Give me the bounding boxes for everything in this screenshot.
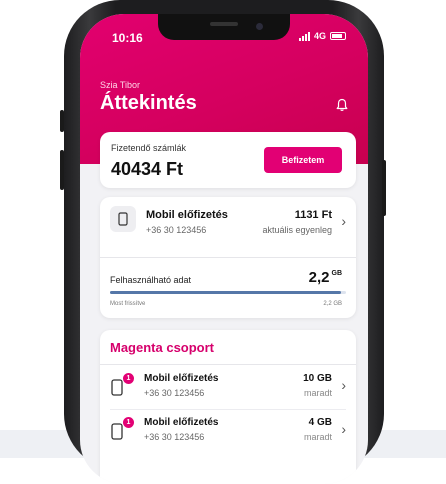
data-progress-fill	[110, 291, 342, 294]
pay-button[interactable]: Befizetem	[264, 147, 342, 173]
notification-badge: 1	[122, 372, 135, 385]
battery-icon	[330, 32, 346, 40]
item-amount: 4 GB	[308, 417, 332, 428]
data-amount: 2,2	[308, 269, 330, 286]
item-remaining: maradt	[303, 432, 332, 442]
subscription-row[interactable]: Mobil előfizetés +36 30 123456 1131 Ft a…	[100, 197, 356, 257]
phone-side-button	[382, 160, 386, 216]
chevron-right-icon: ›	[341, 213, 346, 229]
data-label: Felhasználható adat	[110, 275, 192, 285]
subscription-name: Mobil előfizetés	[146, 209, 228, 221]
status-indicators: 4G	[298, 31, 346, 41]
signal-icon	[298, 31, 310, 41]
bills-amount: 40434 Ft	[111, 159, 184, 179]
item-number: +36 30 123456	[144, 388, 205, 398]
bell-icon[interactable]	[336, 98, 348, 117]
notification-badge: 1	[122, 416, 135, 429]
item-name: Mobil előfizetés	[144, 417, 219, 428]
group-title: Magenta csoport	[110, 340, 215, 355]
page-title: Áttekintés	[100, 92, 197, 114]
phone-side-button	[60, 110, 64, 132]
speaker	[210, 22, 238, 26]
status-time: 10:16	[112, 31, 143, 45]
phone-side-button	[60, 150, 64, 190]
subscription-number: +36 30 123456	[146, 225, 207, 235]
phone-screen: 10:16 4G Szia Tibor Áttekintés Fizetendő…	[80, 14, 368, 484]
data-progress-track	[110, 291, 346, 294]
item-number: +36 30 123456	[144, 432, 205, 442]
subscription-amount: 1131 Ft	[294, 209, 332, 221]
camera	[256, 23, 263, 30]
greeting: Szia Tibor	[100, 80, 141, 90]
chevron-right-icon: ›	[341, 377, 346, 393]
item-name: Mobil előfizetés	[144, 373, 219, 384]
item-remaining: maradt	[303, 388, 332, 398]
item-amount: 10 GB	[303, 373, 332, 384]
data-unit: GB	[331, 270, 343, 277]
bills-label: Fizetendő számlák	[111, 143, 187, 153]
updated-value: 2,2 GB	[323, 301, 342, 307]
magenta-group-card: Magenta csoport 1 Mobil előfizetés +36 3…	[100, 330, 356, 484]
phone-icon	[110, 206, 136, 232]
subscription-card: Mobil előfizetés +36 30 123456 1131 Ft a…	[100, 197, 356, 318]
list-item[interactable]: 1 Mobil előfizetés +36 30 123456 10 GB m…	[100, 366, 356, 410]
divider	[100, 257, 356, 258]
list-item[interactable]: 1 Mobil előfizetés +36 30 123456 4 GB ma…	[100, 410, 356, 454]
updated-label: Most frissítve	[110, 301, 146, 307]
bills-card: Fizetendő számlák 40434 Ft Befizetem	[100, 132, 356, 188]
data-value: 2,2 GB	[309, 269, 342, 286]
divider	[100, 364, 356, 365]
chevron-right-icon: ›	[341, 421, 346, 437]
balance-label: aktuális egyenleg	[262, 225, 332, 235]
network-type: 4G	[313, 31, 326, 41]
phone-notch	[158, 14, 290, 40]
